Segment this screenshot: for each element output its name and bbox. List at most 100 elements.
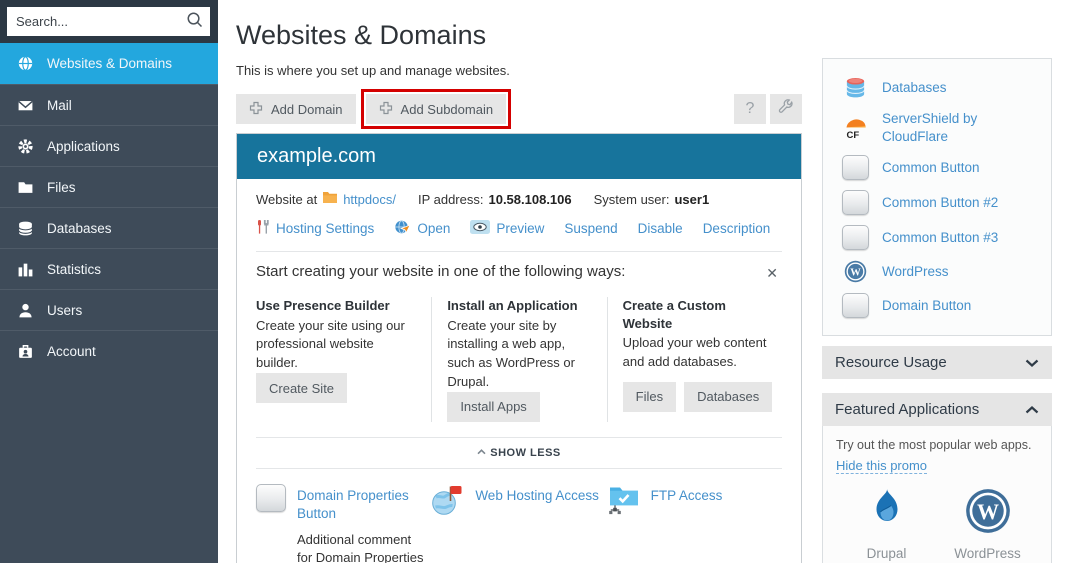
chevron-up-icon <box>477 449 486 455</box>
system-user-value: user1 <box>674 192 709 207</box>
website-at-label: Website at <box>256 192 317 207</box>
domain-title: example.com <box>237 134 801 179</box>
promo-col-heading: Create a Custom Website <box>623 297 768 332</box>
ftp-access-tool: FTP Access <box>607 484 782 563</box>
globe-icon <box>17 55 34 72</box>
toolbar-right: ? <box>734 94 802 124</box>
sidebar-item-files[interactable]: Files <box>0 166 218 207</box>
featured-applications-title: Featured Applications <box>835 401 979 418</box>
chevron-up-icon <box>1025 406 1039 414</box>
hosting-settings-link[interactable]: Hosting Settings <box>256 219 374 238</box>
quick-link-label: Databases <box>882 79 947 97</box>
sidebar-item-databases[interactable]: Databases <box>0 207 218 248</box>
search-icon[interactable] <box>186 11 203 33</box>
promo-col-presence-builder: Use Presence Builder Create your site us… <box>256 297 431 422</box>
show-less-toggle[interactable]: SHOW LESS <box>256 437 782 469</box>
promo-col-install-application: Install an Application Create your site … <box>431 297 606 422</box>
chevron-down-icon <box>1025 359 1039 367</box>
domain-info-row: Website at httpdocs/ IP address: 10.58.1… <box>256 191 782 207</box>
svg-text:CF: CF <box>846 130 859 140</box>
page-subtitle: This is where you set up and manage webs… <box>236 63 802 78</box>
quick-link-common-button-3[interactable]: Common Button #3 <box>823 220 1051 255</box>
add-subdomain-highlight: Add Subdomain <box>361 89 512 129</box>
system-user-label: System user: <box>594 192 670 207</box>
quick-link-label: Common Button <box>882 159 980 177</box>
add-subdomain-button[interactable]: Add Subdomain <box>366 94 507 124</box>
svg-text:W: W <box>976 499 998 524</box>
create-site-button[interactable]: Create Site <box>256 373 347 403</box>
promo-header: Start creating your website in one of th… <box>256 252 782 293</box>
sidebar-item-label: Statistics <box>47 262 101 277</box>
sidebar-item-statistics[interactable]: Statistics <box>0 248 218 289</box>
quick-link-domain-button[interactable]: Domain Button <box>823 288 1051 323</box>
featured-applications-header[interactable]: Featured Applications <box>822 393 1052 426</box>
quick-link-databases[interactable]: Databases <box>823 71 1051 105</box>
sidebar-item-applications[interactable]: Applications <box>0 125 218 166</box>
featured-app-label: WordPress <box>954 546 1021 561</box>
description-link[interactable]: Description <box>703 221 771 236</box>
blank-button-icon <box>842 225 869 250</box>
sidebar-item-users[interactable]: Users <box>0 289 218 330</box>
web-hosting-access-tool: Web Hosting Access <box>431 484 606 563</box>
disable-link[interactable]: Disable <box>638 221 683 236</box>
folder-orange-icon <box>322 191 338 207</box>
preview-link[interactable]: Preview <box>470 220 544 237</box>
domain-properties-button-link[interactable]: Domain Properties Button <box>297 487 431 523</box>
open-site-link[interactable]: Open <box>394 219 450 238</box>
promo-title: Start creating your website in one of th… <box>256 263 625 280</box>
wordpress-icon: W <box>842 260 869 283</box>
sidebar-item-mail[interactable]: Mail <box>0 84 218 125</box>
eye-icon <box>470 220 490 237</box>
install-apps-button[interactable]: Install Apps <box>447 392 540 422</box>
sidebar-nav: Websites & Domains Mail Applications Fil… <box>0 43 218 371</box>
search-input[interactable] <box>16 14 186 29</box>
featured-app-drupal[interactable]: Drupal <box>836 488 937 561</box>
web-hosting-access-link[interactable]: Web Hosting Access <box>475 487 599 505</box>
featured-apps-grid: Drupal W WordPress <box>836 488 1038 563</box>
add-domain-label: Add Domain <box>271 102 343 117</box>
database-color-icon <box>842 76 869 100</box>
quick-link-servershield[interactable]: CF ServerShield by CloudFlare <box>823 105 1051 150</box>
plus-icon <box>249 101 263 118</box>
promo-col-text: Create your site by installing a web app… <box>447 317 592 392</box>
plus-icon <box>379 101 393 118</box>
resource-usage-header[interactable]: Resource Usage <box>822 346 1052 379</box>
promo-col-heading: Use Presence Builder <box>256 297 417 315</box>
sidebar-item-websites-domains[interactable]: Websites & Domains <box>0 43 218 84</box>
hide-promo-link[interactable]: Hide this promo <box>836 458 927 474</box>
quick-link-common-button[interactable]: Common Button <box>823 150 1051 185</box>
tools-button[interactable] <box>770 94 802 124</box>
wordpress-icon: W <box>965 488 1011 539</box>
ftp-folder-icon <box>607 484 640 518</box>
quick-links-box: Databases CF ServerShield by CloudFlare … <box>822 58 1052 336</box>
featured-app-wordpress[interactable]: W WordPress <box>937 488 1038 561</box>
svg-text:W: W <box>850 267 861 278</box>
add-domain-button[interactable]: Add Domain <box>236 94 356 124</box>
quick-link-label: Domain Button <box>882 297 971 315</box>
id-badge-icon <box>17 343 34 360</box>
sidebar-item-label: Websites & Domains <box>47 56 172 71</box>
sidebar-item-account[interactable]: Account <box>0 330 218 371</box>
add-subdomain-label: Add Subdomain <box>401 102 494 117</box>
drupal-icon <box>866 488 908 539</box>
files-button[interactable]: Files <box>623 382 676 412</box>
quick-link-common-button-2[interactable]: Common Button #2 <box>823 185 1051 220</box>
domain-tools-row: Domain Properties Button Additional comm… <box>256 469 782 563</box>
cloudflare-icon: CF <box>842 115 869 140</box>
database-icon <box>17 220 34 237</box>
featured-applications-subtitle: Try out the most popular web apps. <box>836 437 1038 455</box>
sidebar-item-label: Files <box>47 180 76 195</box>
blank-button-icon <box>842 190 869 215</box>
help-button[interactable]: ? <box>734 94 766 124</box>
promo-col-text: Create your site using our professional … <box>256 317 417 374</box>
databases-button[interactable]: Databases <box>684 382 772 412</box>
httpdocs-link[interactable]: httpdocs/ <box>343 192 396 207</box>
blank-button-icon <box>256 484 286 512</box>
help-label: ? <box>746 100 755 118</box>
suspend-link[interactable]: Suspend <box>564 221 617 236</box>
search-box[interactable] <box>7 7 210 36</box>
quick-link-wordpress[interactable]: W WordPress <box>823 255 1051 288</box>
close-icon[interactable]: ✕ <box>762 263 782 284</box>
ftp-access-link[interactable]: FTP Access <box>651 487 723 505</box>
quick-link-label: ServerShield by CloudFlare <box>882 110 1039 145</box>
